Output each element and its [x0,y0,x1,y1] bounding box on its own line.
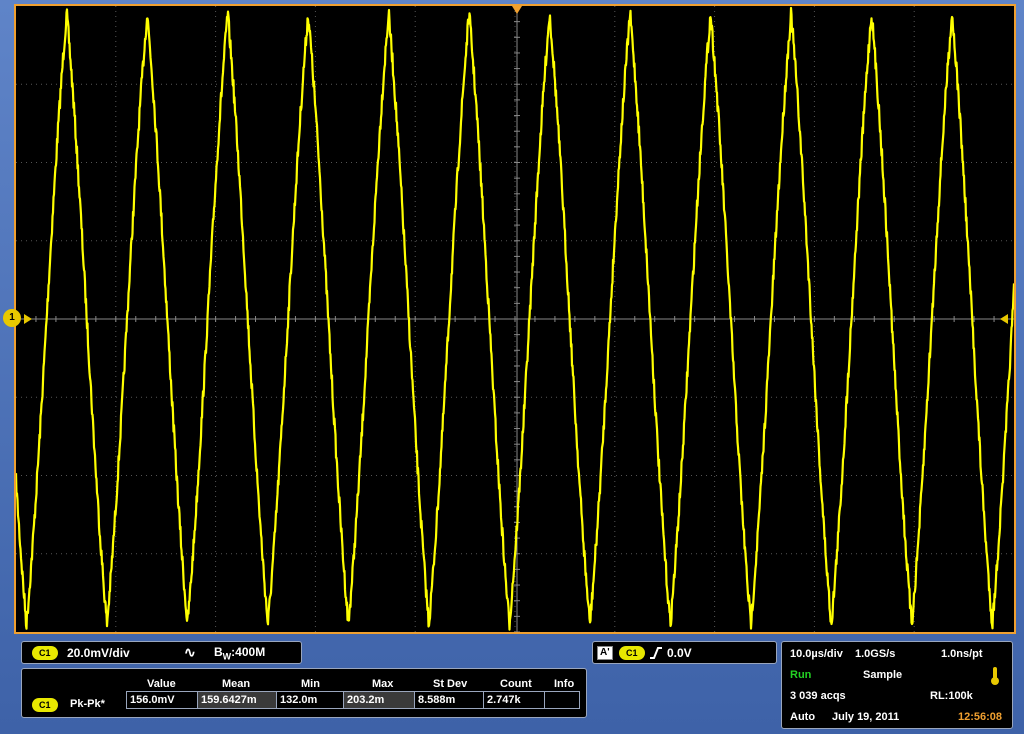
rising-edge-icon [650,647,662,659]
measurement-count: 2.747k [483,691,545,709]
header-value: Value [147,678,176,690]
ac-coupling-icon: ∿ [184,644,196,660]
measurement-max: 203.2m [343,691,415,709]
acquisition-mode: Sample [863,669,903,681]
measurement-table: 156.0mV 159.6427m 132.0m 203.2m 8.588m 2… [126,691,580,709]
bandwidth-b: B [214,645,223,659]
trigger-level: 0.0V [667,646,692,660]
bandwidth-value: :400M [231,645,266,659]
header-info: Info [554,678,575,690]
channel-1-marker-label: 1 [9,312,15,323]
acquisition-panel[interactable]: 10.0µs/div 1.0GS/s 1.0ns/pt Run Sample 3… [781,641,1013,729]
timebase: 10.0µs/div [790,648,843,660]
trigger-source-badge: A' [597,646,613,660]
measurement-info [544,691,580,709]
resolution: 1.0ns/pt [941,648,983,660]
record-length: RL:100k [930,690,973,702]
header-count: Count [500,678,532,690]
measurement-min: 132.0m [276,691,344,709]
sample-rate: 1.0GS/s [855,648,896,660]
header-mean: Mean [222,678,251,690]
channel-1-marker[interactable]: 1 [3,309,21,327]
measurement-channel-badge: C1 [32,698,58,712]
date: July 19, 2011 [832,711,900,723]
measurement-value: 156.0mV [126,691,198,709]
channel-badge: C1 [32,646,58,660]
header-min: Min [301,678,320,690]
waveform-display[interactable] [14,4,1016,634]
trigger-position-marker [512,6,522,14]
measurement-mean: 159.6427m [197,691,277,709]
scope-frame: 1 C1 20.0mV/div ∿ BW:400M A' C1 0.0V Val… [0,0,1024,734]
channel-panel[interactable]: C1 20.0mV/div ∿ BW:400M [21,641,302,664]
measurement-stdev: 8.588m [414,691,484,709]
measurement-name: Pk-Pk* [70,698,105,710]
channel-scale: 20.0mV/div [67,646,130,660]
acquisition-state[interactable]: Run [790,669,811,681]
bandwidth-w: W [222,651,232,662]
measurement-panel[interactable]: Value Mean Min Max St Dev Count Info C1 … [21,668,587,718]
table-row: 156.0mV 159.6427m 132.0m 203.2m 8.588m 2… [126,691,580,709]
trigger-panel[interactable]: A' C1 0.0V [592,641,777,664]
header-max: Max [372,678,394,690]
waveform-plot [16,6,1014,632]
acquisition-count: 3 039 acqs [790,690,846,702]
ground-level-marker [24,314,32,324]
trigger-mode: Auto [790,711,816,723]
trigger-level-marker [1000,314,1008,324]
bandwidth-label: BW:400M [214,645,265,661]
trigger-channel-badge: C1 [619,646,645,660]
thermometer-icon [991,667,999,685]
clock-time: 12:56:08 [958,711,1003,723]
header-stdev: St Dev [433,678,468,690]
